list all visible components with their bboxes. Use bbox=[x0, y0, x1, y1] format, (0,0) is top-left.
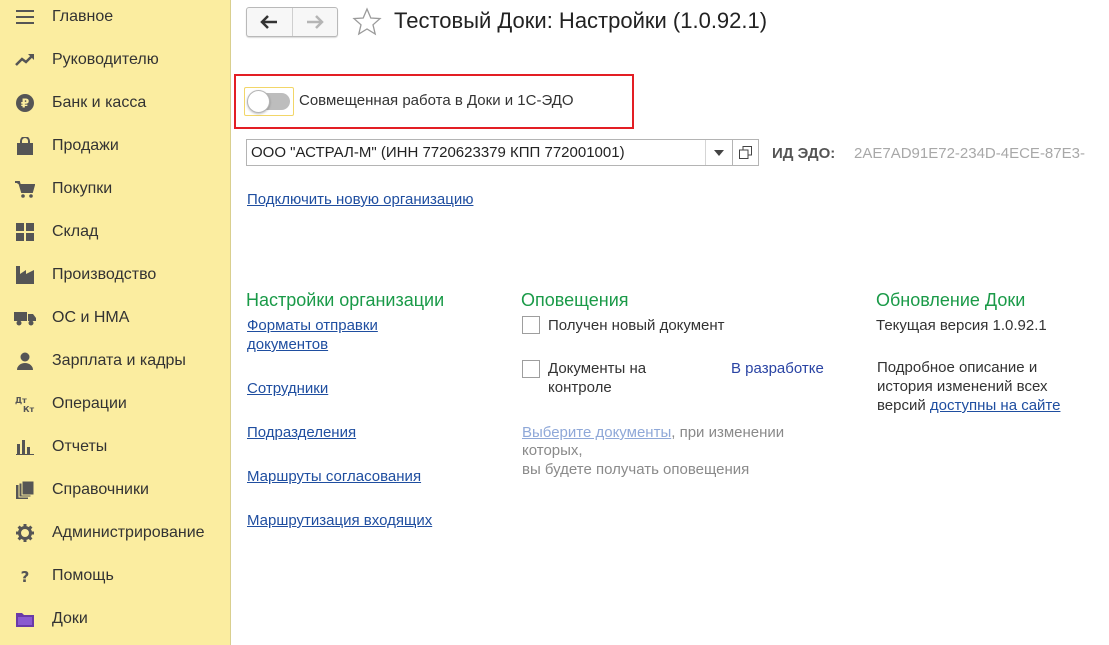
trend-icon bbox=[14, 49, 36, 71]
employees-link[interactable]: Сотрудники bbox=[247, 379, 328, 398]
sidebar-item-label: Главное bbox=[52, 8, 114, 25]
sidebar-item-fixed-assets[interactable]: ОС и НМА bbox=[0, 298, 230, 338]
open-window-icon bbox=[739, 146, 752, 159]
departments-link[interactable]: Подразделения bbox=[247, 423, 356, 442]
gear-icon bbox=[14, 522, 36, 544]
folder-icon bbox=[14, 608, 36, 630]
sidebar-item-admin[interactable]: Администрирование bbox=[0, 513, 230, 553]
update-desc-3: версий bbox=[877, 397, 926, 414]
joint-work-toggle[interactable] bbox=[244, 87, 294, 116]
sidebar-item-label: Руководителю bbox=[52, 51, 159, 68]
bag-icon bbox=[14, 135, 36, 157]
arrow-left-icon bbox=[260, 15, 278, 29]
svg-text:₽: ₽ bbox=[21, 97, 29, 111]
sidebar-item-label: Продажи bbox=[52, 137, 119, 154]
chevron-down-icon bbox=[714, 149, 724, 156]
sidebar-item-purchases[interactable]: Покупки bbox=[0, 169, 230, 209]
new-document-label: Получен новый документ bbox=[548, 317, 725, 334]
ruble-icon: ₽ bbox=[14, 92, 36, 114]
sidebar-item-label: Отчеты bbox=[52, 438, 108, 455]
books-icon bbox=[14, 479, 36, 501]
sidebar-item-label: Производство bbox=[52, 266, 157, 283]
sidebar-item-warehouse[interactable]: Склад bbox=[0, 212, 230, 252]
svg-text:?: ? bbox=[21, 568, 30, 585]
choose-documents-link[interactable]: Выберите документы bbox=[522, 424, 671, 441]
in-development-label: В разработке bbox=[731, 360, 824, 377]
approval-routes-link[interactable]: Маршруты согласования bbox=[247, 467, 421, 486]
sidebar-item-label: Покупки bbox=[52, 180, 113, 197]
connect-organization-link[interactable]: Подключить новую организацию bbox=[247, 191, 473, 208]
warehouse-icon bbox=[14, 221, 36, 243]
sidebar-item-label: Банк и касса bbox=[52, 94, 147, 111]
edo-id-value: 2AE7AD91E72-234D-4ECE-87E3- bbox=[854, 145, 1085, 162]
formats-link[interactable]: Форматы отправки документов bbox=[247, 316, 417, 354]
sidebar-item-label: Склад bbox=[52, 223, 99, 240]
hint-text-2: которых, bbox=[522, 442, 583, 459]
sidebar-item-help[interactable]: ? Помощь bbox=[0, 556, 230, 596]
sidebar-item-production[interactable]: Производство bbox=[0, 255, 230, 295]
sidebar-item-salary[interactable]: Зарплата и кадры bbox=[0, 341, 230, 381]
new-document-checkbox[interactable] bbox=[522, 316, 540, 334]
hint-text-3: вы будете получать оповещения bbox=[522, 461, 750, 478]
navigation-buttons bbox=[246, 7, 338, 37]
choose-documents-hint: Выберите документы, при изменении bbox=[522, 423, 784, 442]
notifications-title: Оповещения bbox=[521, 290, 629, 310]
forward-button[interactable] bbox=[291, 8, 338, 36]
update-desc-1: Подробное описание и bbox=[877, 359, 1038, 376]
sidebar-item-label: Доки bbox=[52, 610, 88, 627]
organization-select[interactable]: ООО "АСТРАЛ-М" (ИНН 7720623379 КПП 77200… bbox=[246, 139, 733, 166]
factory-icon bbox=[14, 264, 36, 286]
sidebar-item-label: Зарплата и кадры bbox=[52, 352, 186, 369]
menu-icon bbox=[14, 6, 36, 28]
sidebar-item-label: Помощь bbox=[52, 567, 114, 584]
sidebar-item-manager[interactable]: Руководителю bbox=[0, 40, 230, 80]
page-title: Тестовый Доки: Настройки (1.0.92.1) bbox=[394, 8, 768, 33]
sidebar-item-sales[interactable]: Продажи bbox=[0, 126, 230, 166]
svg-text:Дт: Дт bbox=[15, 396, 27, 405]
incoming-routing-link[interactable]: Маршрутизация входящих bbox=[247, 511, 432, 530]
on-control-label: Документы на контроле bbox=[548, 360, 647, 396]
toggle-knob bbox=[247, 90, 270, 113]
joint-work-toggle-label: Совмещенная работа в Доки и 1С-ЭДО bbox=[299, 92, 574, 109]
on-control-checkbox[interactable] bbox=[522, 360, 540, 378]
bar-chart-icon bbox=[14, 436, 36, 458]
person-icon bbox=[14, 350, 36, 372]
sidebar: Главное Руководителю ₽ Банк и касса Прод… bbox=[0, 0, 231, 645]
hint-text-1: , при изменении bbox=[671, 424, 785, 441]
sidebar-item-doki[interactable]: Доки bbox=[0, 599, 230, 639]
dt-kt-icon: Дт Кт bbox=[14, 393, 36, 415]
update-desc-3-line: версий доступны на сайте bbox=[877, 396, 1060, 415]
organization-open-button[interactable] bbox=[733, 139, 759, 166]
sidebar-item-reports[interactable]: Отчеты bbox=[0, 427, 230, 467]
cart-icon bbox=[14, 178, 36, 200]
sidebar-item-label: Администрирование bbox=[52, 524, 205, 541]
sidebar-item-catalogs[interactable]: Справочники bbox=[0, 470, 230, 510]
update-title: Обновление Доки bbox=[876, 290, 1026, 310]
back-button[interactable] bbox=[247, 8, 292, 36]
organization-value: ООО "АСТРАЛ-М" (ИНН 7720623379 КПП 77200… bbox=[251, 144, 625, 161]
org-settings-title: Настройки организации bbox=[246, 290, 445, 310]
sidebar-item-label: Справочники bbox=[52, 481, 149, 498]
organization-dropdown-button[interactable] bbox=[705, 140, 732, 165]
sidebar-item-label: Операции bbox=[52, 395, 127, 412]
edo-id-label: ИД ЭДО: bbox=[772, 145, 836, 162]
current-version-text: Текущая версия 1.0.92.1 bbox=[876, 317, 1047, 334]
question-icon: ? bbox=[14, 565, 36, 587]
sidebar-item-label: ОС и НМА bbox=[52, 309, 130, 326]
site-link[interactable]: доступны на сайте bbox=[930, 397, 1061, 414]
arrow-right-icon bbox=[306, 15, 324, 29]
update-desc-2: история изменений всех bbox=[877, 378, 1048, 395]
sidebar-item-operations[interactable]: Дт Кт Операции bbox=[0, 384, 230, 424]
sidebar-item-bank[interactable]: ₽ Банк и касса bbox=[0, 83, 230, 123]
favorite-star-icon[interactable] bbox=[352, 7, 382, 41]
sidebar-item-main[interactable]: Главное bbox=[0, 0, 230, 37]
truck-icon bbox=[14, 307, 36, 329]
svg-text:Кт: Кт bbox=[23, 405, 35, 413]
